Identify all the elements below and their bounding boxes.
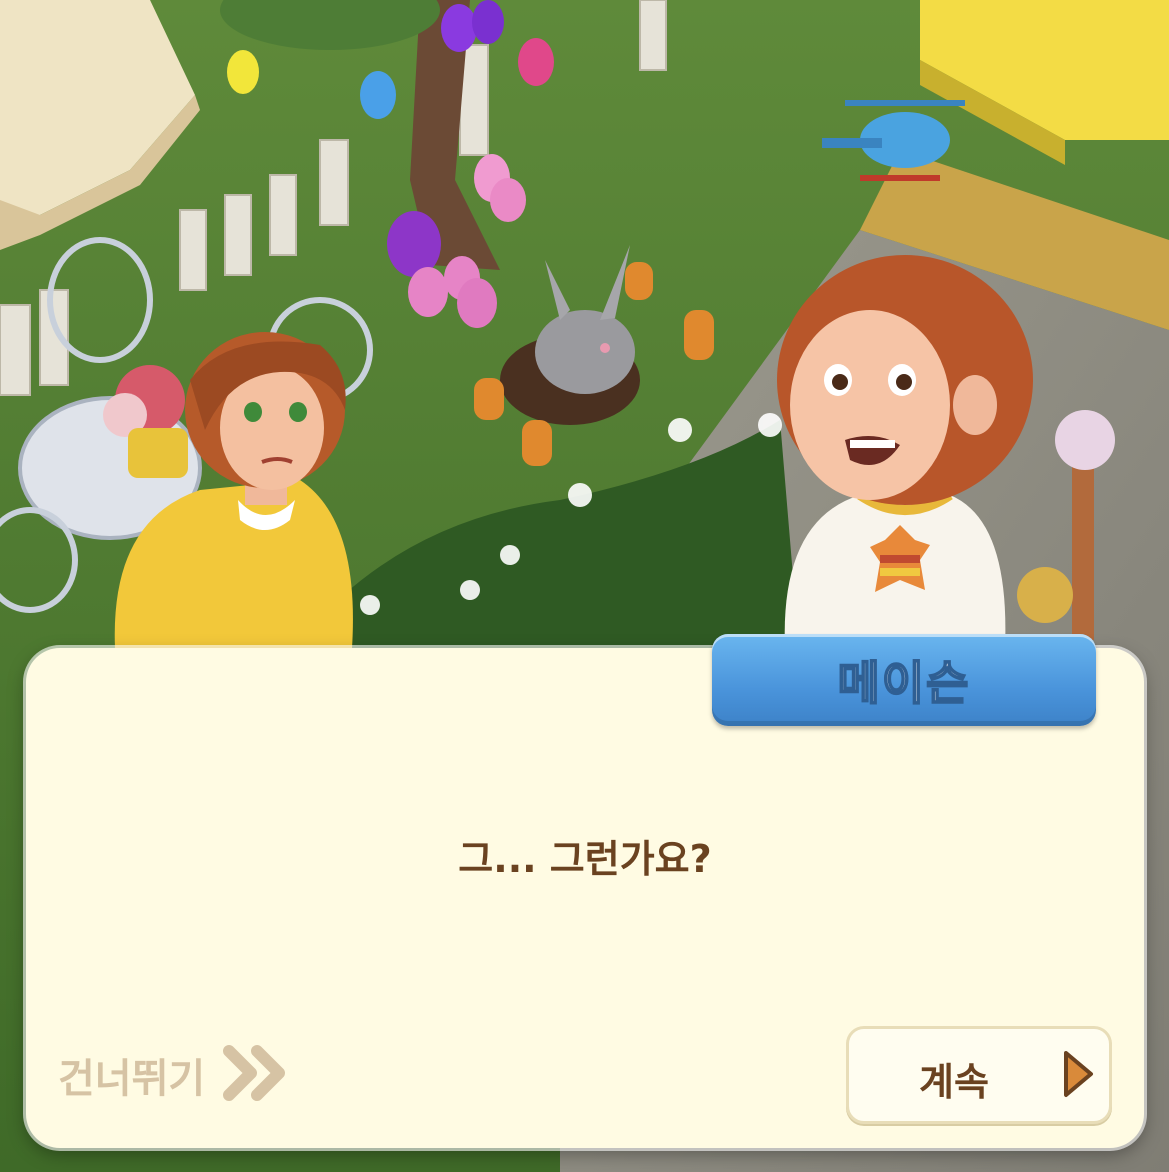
continue-button[interactable]: 계속: [846, 1026, 1112, 1124]
dialog-line: 그... 그런가요?: [458, 837, 712, 881]
speaker-name-tag: 메이슨: [712, 634, 1096, 726]
skip-button[interactable]: 건너뛰기: [58, 1040, 289, 1110]
continue-label: 계속: [919, 1060, 989, 1104]
skip-label: 건너뛰기: [58, 1056, 206, 1102]
speaker-name: 메이슨: [837, 655, 971, 711]
double-chevron-right-icon: [223, 1045, 289, 1105]
boy-character: [777, 255, 1033, 648]
play-arrow-icon: [1061, 1049, 1095, 1103]
